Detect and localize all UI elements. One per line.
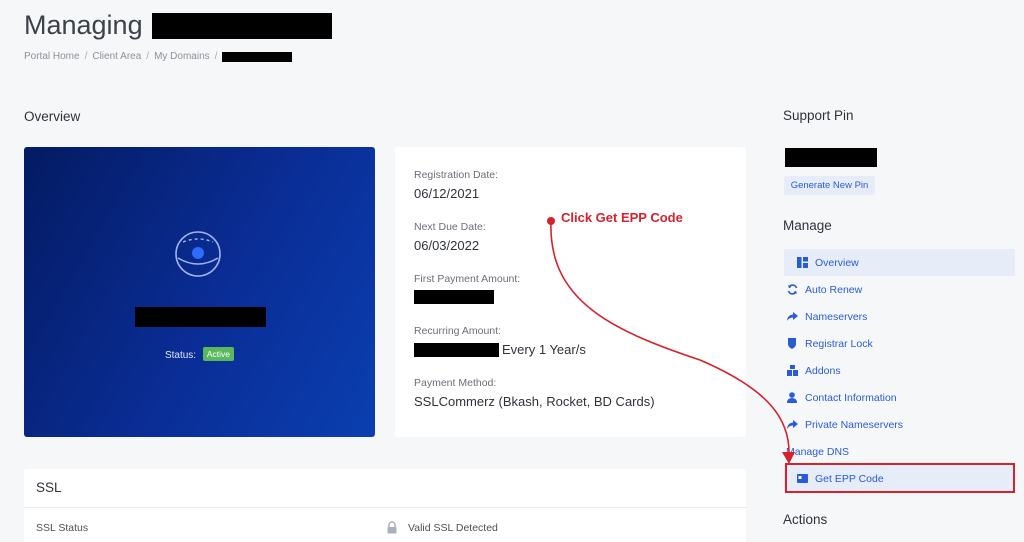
ssl-status-value: Valid SSL Detected <box>408 522 498 534</box>
dashboard-icon <box>796 257 808 269</box>
shield-icon <box>786 338 798 350</box>
sidebar-item-overview[interactable]: Overview <box>784 249 1015 276</box>
sidebar-item-manage-dns[interactable]: Manage DNS <box>784 438 1015 465</box>
sidebar-item-label: Contact Information <box>805 391 897 404</box>
payment-method-value: SSLCommerz (Bkash, Rocket, BD Cards) <box>414 394 655 409</box>
breadcrumb-client-area[interactable]: Client Area <box>92 51 141 62</box>
payment-method-label: Payment Method: <box>414 377 497 389</box>
cubes-icon <box>786 365 798 377</box>
lock-icon <box>387 521 397 534</box>
manage-heading: Manage <box>783 218 832 233</box>
user-icon <box>786 392 798 404</box>
redacted-breadcrumb-domain <box>222 51 293 62</box>
registration-date-label: Registration Date: <box>414 169 499 181</box>
recurring-amount-value: Every 1 Year/s <box>414 342 586 357</box>
share-arrow-icon <box>786 419 798 431</box>
sidebar-item-label: Auto Renew <box>805 283 863 296</box>
refresh-icon <box>786 284 798 296</box>
sidebar-item-registrar-lock[interactable]: Registrar Lock <box>784 330 1015 357</box>
sidebar-item-addons[interactable]: Addons <box>784 357 1015 384</box>
generate-new-pin-button[interactable]: Generate New Pin <box>784 176 875 195</box>
ssl-divider <box>24 507 746 508</box>
first-payment-amount: First Payment Amount: <box>414 273 520 304</box>
next-due-date-value: 06/03/2022 <box>414 238 480 253</box>
sidebar-item-label: Nameservers <box>805 310 868 323</box>
domain-status: Status: Active <box>24 347 375 361</box>
actions-heading: Actions <box>783 512 828 527</box>
sidebar-item-auto-renew[interactable]: Auto Renew <box>784 276 1015 303</box>
next-due-date-label: Next Due Date: <box>414 221 486 233</box>
first-payment-label: First Payment Amount: <box>414 273 521 285</box>
sidebar-item-private-nameservers[interactable]: Private Nameservers <box>784 411 1015 438</box>
breadcrumb-separator: / <box>84 51 88 62</box>
recurring-period: Every 1 Year/s <box>502 342 586 357</box>
sidebar-item-label: Registrar Lock <box>805 337 873 350</box>
share-arrow-icon <box>786 311 798 323</box>
breadcrumb: Portal Home / Client Area / My Domains / <box>24 51 293 62</box>
registration-date-value: 06/12/2021 <box>414 186 480 201</box>
recurring-amount-label: Recurring Amount: <box>414 325 501 337</box>
sidebar-item-contact-information[interactable]: Contact Information <box>784 384 1015 411</box>
breadcrumb-my-domains[interactable]: My Domains <box>154 51 210 62</box>
recurring-amount: Recurring Amount: Every 1 Year/s <box>414 325 586 357</box>
redacted-amount <box>414 290 494 304</box>
epp-highlight-box <box>785 463 1015 493</box>
manage-menu: Overview Auto Renew Nameservers Registra… <box>784 249 1015 492</box>
page-title-text: Managing <box>24 10 143 40</box>
registration-date: Registration Date: 06/12/2021 <box>414 169 498 201</box>
breadcrumb-separator: / <box>146 51 150 62</box>
next-due-date: Next Due Date: 06/03/2022 <box>414 221 486 253</box>
page-title: Managing <box>24 10 332 41</box>
ssl-card: SSL SSL Status Valid SSL Detected <box>24 469 746 542</box>
support-pin-heading: Support Pin <box>783 108 854 123</box>
breadcrumb-separator: / <box>214 51 218 62</box>
domain-hero-card: Status: Active <box>24 147 375 437</box>
ssl-heading: SSL <box>36 480 62 495</box>
ssl-status-label: SSL Status <box>36 522 89 534</box>
first-payment-value <box>414 290 520 304</box>
globe-icon <box>175 231 221 277</box>
sidebar-item-label: Private Nameservers <box>805 418 904 431</box>
redacted-amount <box>414 342 499 357</box>
breadcrumb-portal-home[interactable]: Portal Home <box>24 51 80 62</box>
redacted-domain-name <box>135 307 266 327</box>
sidebar-item-nameservers[interactable]: Nameservers <box>784 303 1015 330</box>
domain-details-card: Registration Date: 06/12/2021 Next Due D… <box>395 147 746 437</box>
redacted-support-pin <box>785 148 877 167</box>
sidebar-item-label: Addons <box>805 364 841 377</box>
status-label: Status: <box>164 350 197 361</box>
sidebar-item-label: Overview <box>815 256 859 269</box>
redacted-domain-name <box>151 12 332 39</box>
annotation-text: Click Get EPP Code <box>561 210 683 225</box>
payment-method: Payment Method: SSLCommerz (Bkash, Rocke… <box>414 377 655 409</box>
overview-heading: Overview <box>24 109 81 124</box>
sidebar-item-label: Manage DNS <box>786 445 850 458</box>
status-badge: Active <box>202 347 235 361</box>
